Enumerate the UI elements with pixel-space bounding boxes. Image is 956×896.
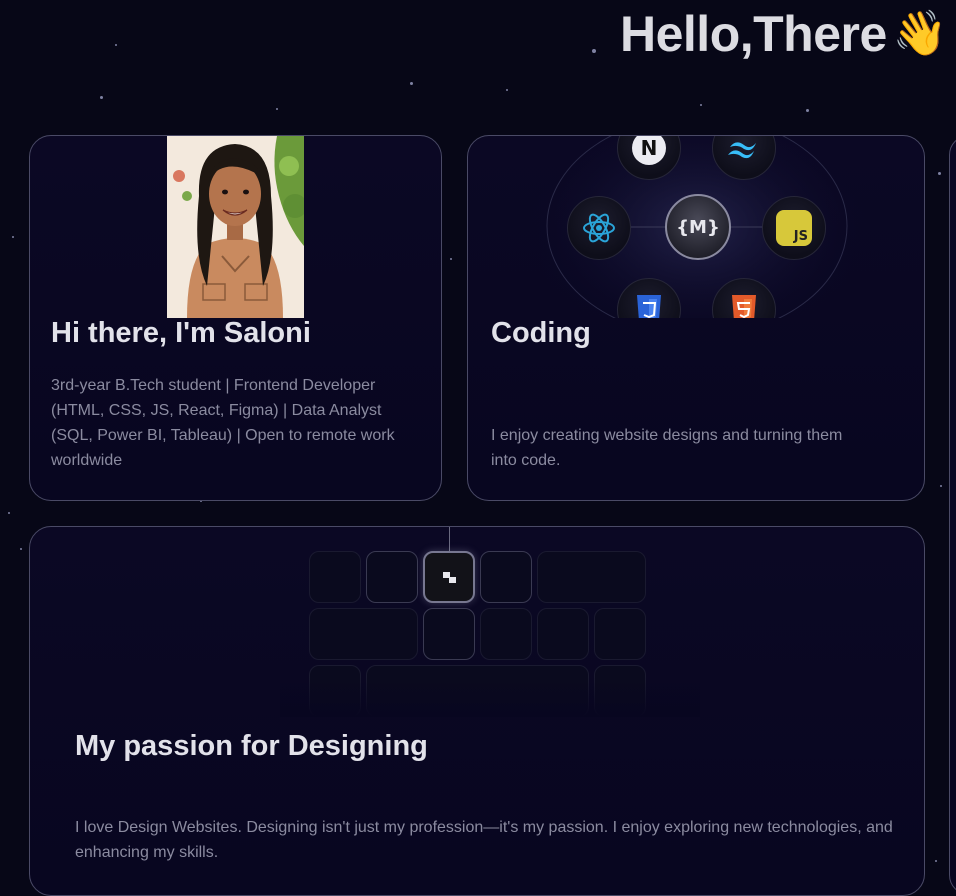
keyboard-key: [366, 551, 418, 603]
keyboard-cable: [449, 527, 450, 552]
keyboard-key: [309, 551, 361, 603]
react-icon: [567, 196, 631, 260]
about-card: Hi there, I'm Saloni 3rd-year B.Tech stu…: [29, 135, 442, 501]
keyboard-key-active: [423, 551, 475, 603]
keyboard-key: [480, 551, 532, 603]
hero-title: Hello,There: [620, 6, 887, 62]
design-title: My passion for Designing: [75, 730, 428, 762]
nextjs-icon-label: N: [632, 136, 666, 165]
about-title: Hi there, I'm Saloni: [51, 317, 311, 349]
hero-heading: Hello,There 👋: [620, 6, 948, 62]
coding-card: N {M} JS Coding I enjoy creating website…: [467, 135, 925, 501]
keyboard-key: [537, 608, 589, 660]
keyboard-key: [537, 551, 646, 603]
keyboard-key: [594, 608, 646, 660]
keyboard-key: [480, 608, 532, 660]
next-card-edge: [949, 135, 956, 895]
keyboard-fade: [280, 677, 700, 717]
design-description: I love Design Websites. Designing isn't …: [75, 819, 893, 861]
coding-title: Coding: [491, 317, 591, 349]
coding-description: I enjoy creating website designs and tur…: [491, 427, 843, 469]
keyboard-key: [423, 608, 475, 660]
design-card: My passion for Designing I love Design W…: [29, 526, 925, 896]
keyboard-key: [309, 608, 418, 660]
profile-avatar: [167, 136, 304, 318]
markdown-icon: {M}: [665, 194, 731, 260]
javascript-icon-label: JS: [776, 210, 812, 246]
waving-hand-icon: 👋: [892, 9, 948, 58]
tech-orbit: N {M} JS: [468, 136, 924, 318]
about-description: 3rd-year B.Tech student | Frontend Devel…: [51, 377, 395, 469]
markdown-icon-label: {M}: [676, 216, 720, 238]
javascript-icon: JS: [762, 196, 826, 260]
